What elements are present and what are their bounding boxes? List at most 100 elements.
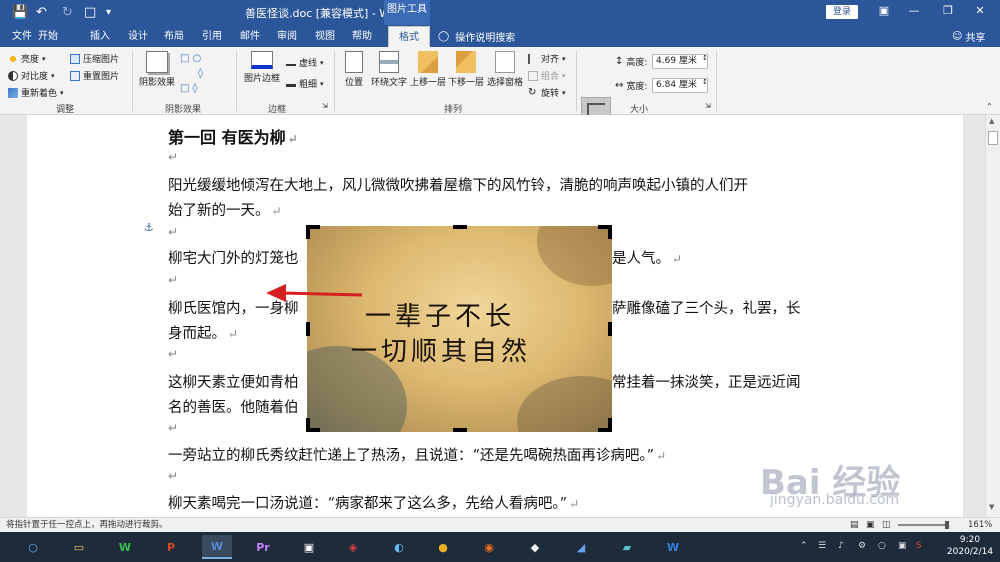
compress-pictures-button[interactable]: 压缩图片 xyxy=(70,52,119,65)
tab-references[interactable]: 引用 xyxy=(202,29,222,44)
dash-button[interactable]: 虚线 ▾ xyxy=(286,56,324,69)
border-dialog-launcher-icon[interactable]: ⇲ xyxy=(322,102,328,110)
taskbar-app-qq-music[interactable]: ◐ xyxy=(384,535,414,559)
tab-home[interactable]: 开始 xyxy=(38,29,58,44)
tab-view[interactable]: 视图 xyxy=(315,29,335,44)
paragraph-4-left[interactable]: 这柳天素立便如青柏 xyxy=(168,371,299,392)
scroll-up-icon[interactable]: ▲ xyxy=(989,117,994,125)
crop-handle-top[interactable] xyxy=(453,225,467,229)
taskbar-app-notes[interactable]: ▰ xyxy=(612,535,642,559)
width-input[interactable]: 6.84 厘米 xyxy=(652,78,708,93)
tray-settings-icon[interactable]: ⚙ xyxy=(858,541,866,551)
paragraph-1-line-2[interactable]: 始了新的一天。 ↵ xyxy=(168,199,282,220)
position-button[interactable]: 位置 xyxy=(340,51,368,88)
reset-picture-button[interactable]: 重置图片 xyxy=(70,69,119,82)
share-button[interactable]: ☺ 共享 xyxy=(952,29,985,44)
wrap-text-button[interactable]: 环绕文字 xyxy=(370,51,408,88)
crop-handle-right[interactable] xyxy=(608,322,612,336)
taskbar-app-premiere[interactable]: Pr xyxy=(248,535,278,559)
paragraph-4-line-2[interactable]: 名的善医。他随着伯 xyxy=(168,396,299,417)
tab-insert[interactable]: 插入 xyxy=(90,29,110,44)
tray-display-icon[interactable]: ▣ xyxy=(898,541,907,551)
scroll-down-icon[interactable]: ▼ xyxy=(989,503,994,511)
ribbon-display-options-icon[interactable]: ▣ xyxy=(872,4,896,17)
undo-icon[interactable]: ↶ xyxy=(36,4,47,21)
rotate-button[interactable]: ↻ 旋转 ▾ xyxy=(528,86,566,99)
size-dialog-launcher-icon[interactable]: ⇲ xyxy=(705,102,711,110)
taskbar-app-video-editor[interactable]: ▣ xyxy=(294,535,324,559)
tray-volume-icon[interactable]: ♪ xyxy=(838,541,844,551)
align-button[interactable]: 对齐 ▾ xyxy=(528,52,566,65)
crop-handle-left[interactable] xyxy=(306,322,310,336)
weight-button[interactable]: 粗细 ▾ xyxy=(286,77,324,90)
chapter-heading[interactable]: 第一回 有医为柳 ↵ xyxy=(168,124,298,148)
tray-chevron-icon[interactable]: ⌃ xyxy=(800,541,808,551)
taskbar-app-word[interactable]: W xyxy=(202,535,232,559)
paragraph-2-right[interactable]: 是人气。 ↵ xyxy=(612,247,682,268)
paragraph-3-left[interactable]: 柳氏医馆内，一身柳 xyxy=(168,297,299,318)
taskbar-app-wechat[interactable]: W xyxy=(110,535,140,559)
zoom-level[interactable]: 161% xyxy=(968,518,992,532)
contrast-button[interactable]: 对比度 ▾ xyxy=(8,69,55,82)
read-mode-icon[interactable]: ▤ xyxy=(850,518,859,532)
save-icon[interactable]: 💾 xyxy=(12,4,28,21)
crop-handle-top-right-v[interactable] xyxy=(608,225,612,239)
redo-icon[interactable]: ↻ xyxy=(62,4,73,21)
collapse-ribbon-icon[interactable]: ⌃ xyxy=(986,102,993,111)
new-document-icon[interactable]: □ xyxy=(84,4,96,21)
tray-sogou-icon[interactable]: S xyxy=(916,541,922,551)
paragraph-3-line-2[interactable]: 身而起。 ↵ xyxy=(168,322,238,343)
paragraph-1-line-1[interactable]: 阳光缓缓地倾泻在大地上，风儿微微吹拂着屋檐下的风竹铃，清脆的响声唤起小镇的人们开 xyxy=(168,174,748,195)
tray-ime-icon[interactable]: ○ xyxy=(878,541,886,551)
tab-layout[interactable]: 布局 xyxy=(164,29,184,44)
taskbar-app-qq[interactable]: ◆ xyxy=(520,535,550,559)
paragraph-6[interactable]: 柳天素喝完一口汤说道：“病家都来了这么多，先给人看病吧。” ↵ xyxy=(168,492,579,513)
zoom-slider[interactable] xyxy=(898,524,948,526)
shadow-nudge-controls-2[interactable]: □ ◊ xyxy=(180,83,197,94)
zoom-slider-thumb[interactable] xyxy=(945,521,949,529)
vertical-scrollbar[interactable]: ▲ ▼ xyxy=(985,115,1000,517)
crop-handle-bottom-left-v[interactable] xyxy=(306,418,310,432)
taskbar-app-file-explorer[interactable]: ▭ xyxy=(64,535,94,559)
tab-review[interactable]: 审阅 xyxy=(277,29,297,44)
customize-toolbar-icon[interactable]: ▾ xyxy=(106,4,111,21)
height-input[interactable]: 4.69 厘米 xyxy=(652,54,708,69)
paragraph-5[interactable]: 一旁站立的柳氏秀纹赶忙递上了热汤，且说道：“还是先喝碗热面再诊病吧。” ↵ xyxy=(168,444,666,465)
minimize-icon[interactable]: — xyxy=(902,4,926,17)
taskbar-app-chrome[interactable]: ● xyxy=(428,535,458,559)
tray-network-icon[interactable]: ☰ xyxy=(818,541,826,551)
close-icon[interactable]: ✕ xyxy=(968,4,992,17)
recolor-button[interactable]: 重新着色 ▾ xyxy=(8,86,64,99)
crop-handle-top-left-v[interactable] xyxy=(306,225,310,239)
shadow-toggle-icon[interactable]: ◊ xyxy=(198,68,203,79)
paragraph-4-right[interactable]: 常挂着一抹淡笑，正是远近闻 xyxy=(612,371,801,392)
system-clock[interactable]: 9:20 2020/2/14 xyxy=(944,534,996,558)
print-layout-icon[interactable]: ▣ xyxy=(866,518,875,532)
tab-file[interactable]: 文件 xyxy=(12,29,32,44)
shadow-nudge-controls[interactable]: □ ○ xyxy=(180,53,201,64)
taskbar-app-pinyin[interactable]: ◈ xyxy=(338,535,368,559)
cropped-picture[interactable]: 一辈子不长 一切顺其自然 xyxy=(307,226,612,432)
crop-handle-bottom[interactable] xyxy=(453,428,467,432)
tab-help[interactable]: 帮助 xyxy=(352,29,372,44)
group-button[interactable]: 组合 ▾ xyxy=(528,69,566,82)
picture-border-button[interactable]: 图片边框 xyxy=(242,51,282,84)
paragraph-3-right[interactable]: 萨雕像磕了三个头，礼罢，长 xyxy=(612,297,801,318)
taskbar-app-orange-browser[interactable]: ◉ xyxy=(474,535,504,559)
taskbar-app-powerpoint[interactable]: P xyxy=(156,535,186,559)
brightness-button[interactable]: 亮度 ▾ xyxy=(8,52,46,65)
shadow-effects-button[interactable]: 阴影效果 xyxy=(137,51,177,88)
tab-mailings[interactable]: 邮件 xyxy=(240,29,260,44)
crop-handle-bottom-right-v[interactable] xyxy=(608,418,612,432)
height-spinner-icon[interactable]: ↕ xyxy=(702,54,708,62)
scroll-thumb[interactable] xyxy=(988,131,998,145)
login-button[interactable]: 登录 xyxy=(826,5,858,19)
taskbar-app-360-browser[interactable]: ○ xyxy=(18,535,48,559)
web-layout-icon[interactable]: ◫ xyxy=(882,518,891,532)
taskbar-app-feishu[interactable]: ◢ xyxy=(566,535,596,559)
taskbar-app-wps[interactable]: W xyxy=(658,535,688,559)
selection-pane-button[interactable]: 选择窗格 xyxy=(486,51,524,88)
tell-me-search[interactable]: ◯ 操作说明搜索 xyxy=(438,29,515,44)
width-spinner-icon[interactable]: ↕ xyxy=(702,78,708,86)
bring-forward-button[interactable]: 上移一层 xyxy=(410,51,446,88)
